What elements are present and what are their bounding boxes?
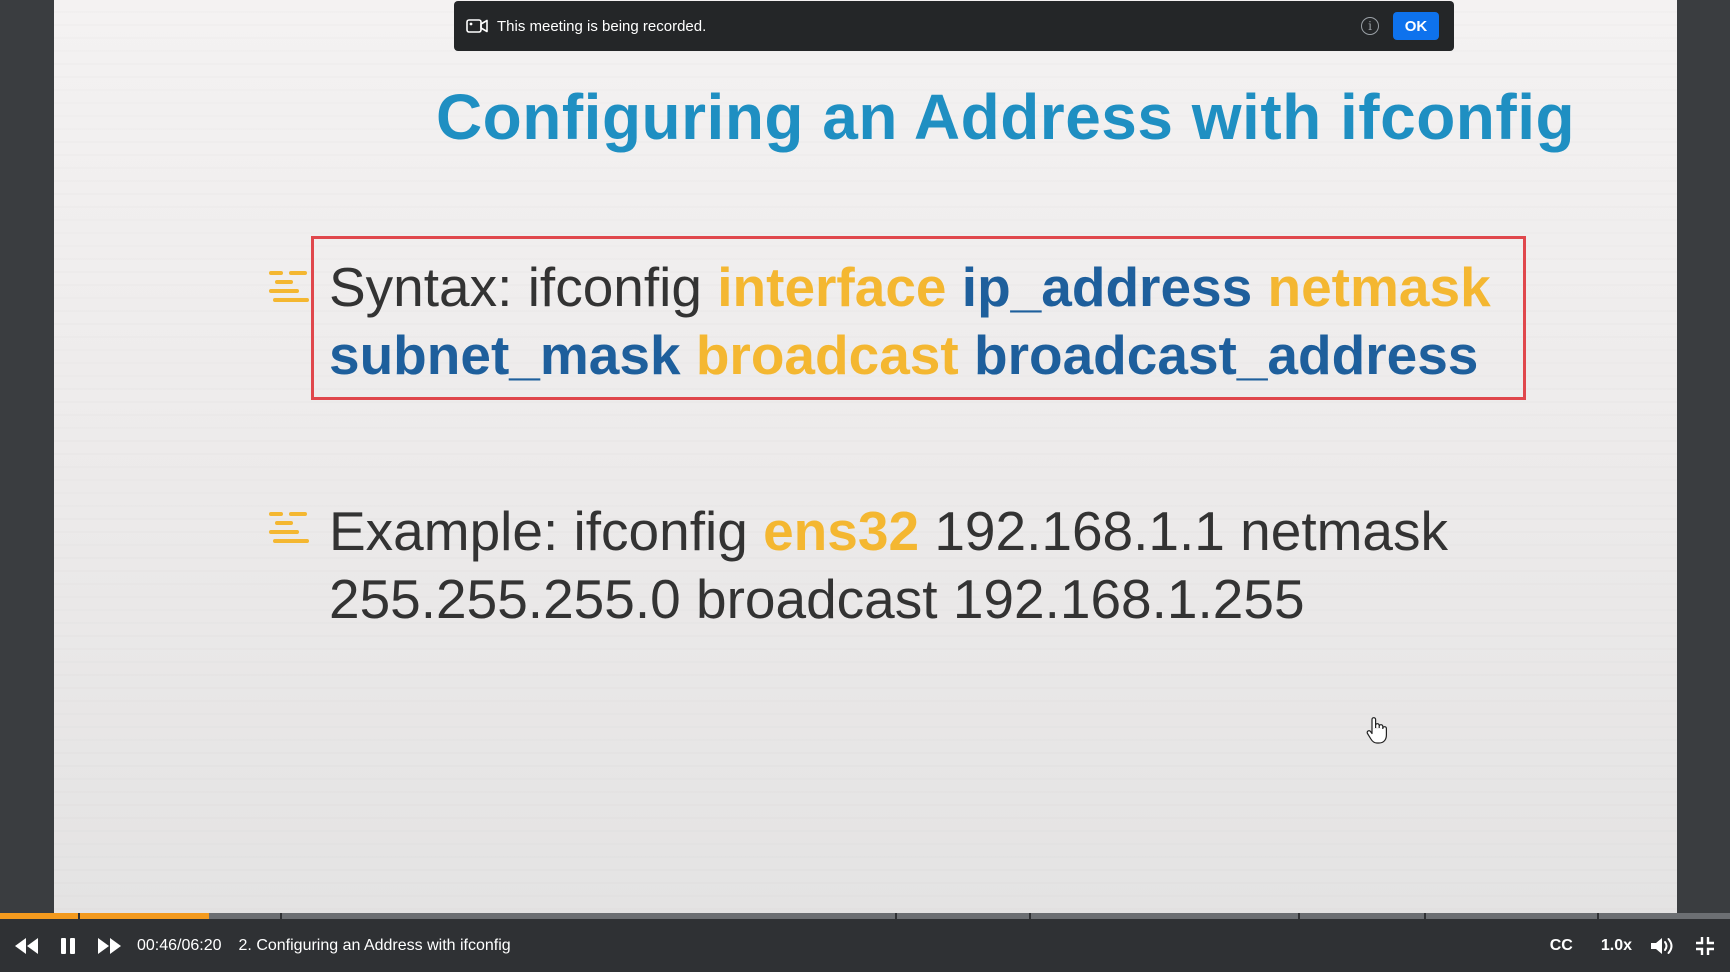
example-interface: ens32: [763, 500, 920, 562]
volume-button[interactable]: [1650, 926, 1676, 966]
info-icon[interactable]: i: [1361, 17, 1379, 35]
pause-button[interactable]: [58, 926, 78, 966]
exit-fullscreen-button[interactable]: [1694, 926, 1716, 966]
slide-title: Configuring an Address with ifconfig: [435, 81, 1576, 153]
player-control-bar: 00:46/06:20 2. Configuring an Address wi…: [0, 913, 1730, 972]
pause-icon: [61, 937, 75, 954]
example-line-2: 255.255.255.0 broadcast 192.168.1.255: [329, 568, 1305, 630]
bullet-lines-icon: [269, 271, 309, 307]
hand-cursor-icon: [1365, 716, 1389, 746]
closed-captions-button[interactable]: CC: [1550, 926, 1573, 966]
syntax-broadcast: broadcast: [695, 324, 959, 386]
playback-speed-button[interactable]: 1.0x: [1601, 926, 1632, 966]
bullet-lines-icon: [269, 512, 309, 548]
syntax-text: Syntax: ifconfig interface ip_address ne…: [329, 253, 1491, 389]
syntax-ip-address: ip_address: [961, 256, 1253, 318]
recording-banner: This meeting is being recorded. i OK: [454, 1, 1454, 51]
example-lead: Example: ifconfig: [329, 500, 748, 562]
syntax-netmask: netmask: [1267, 256, 1491, 318]
syntax-line-1: Syntax: ifconfig interface ip_address ne…: [329, 253, 1491, 321]
syntax-lead: Syntax: ifconfig: [329, 256, 702, 318]
player-controls: 00:46/06:20 2. Configuring an Address wi…: [0, 919, 1730, 972]
syntax-interface: interface: [717, 256, 947, 318]
example-address: 192.168.1.1 netmask: [934, 500, 1449, 562]
syntax-line-2: subnet_mask broadcast broadcast_address: [329, 321, 1491, 389]
rewind-button[interactable]: [14, 926, 40, 966]
video-camera-icon: [466, 18, 488, 34]
rewind-icon: [15, 937, 38, 954]
syntax-broadcast-address: broadcast_address: [973, 324, 1479, 386]
ok-button[interactable]: OK: [1393, 12, 1439, 40]
time-display: 00:46/06:20: [137, 936, 222, 954]
syntax-subnet-mask: subnet_mask: [329, 324, 681, 386]
exit-fullscreen-icon: [1696, 936, 1714, 955]
video-viewport[interactable]: Configuring an Address with ifconfig Syn…: [0, 0, 1730, 913]
fast-forward-icon: [98, 937, 121, 954]
example-text: Example: ifconfig ens32 192.168.1.1 netm…: [329, 497, 1448, 633]
recording-banner-text: This meeting is being recorded.: [497, 17, 707, 35]
video-title: 2. Configuring an Address with ifconfig: [238, 936, 511, 954]
slide: Configuring an Address with ifconfig Syn…: [54, 0, 1677, 913]
example-line-1: Example: ifconfig ens32 192.168.1.1 netm…: [329, 497, 1448, 565]
volume-icon: [1651, 937, 1673, 954]
fast-forward-button[interactable]: [96, 926, 122, 966]
